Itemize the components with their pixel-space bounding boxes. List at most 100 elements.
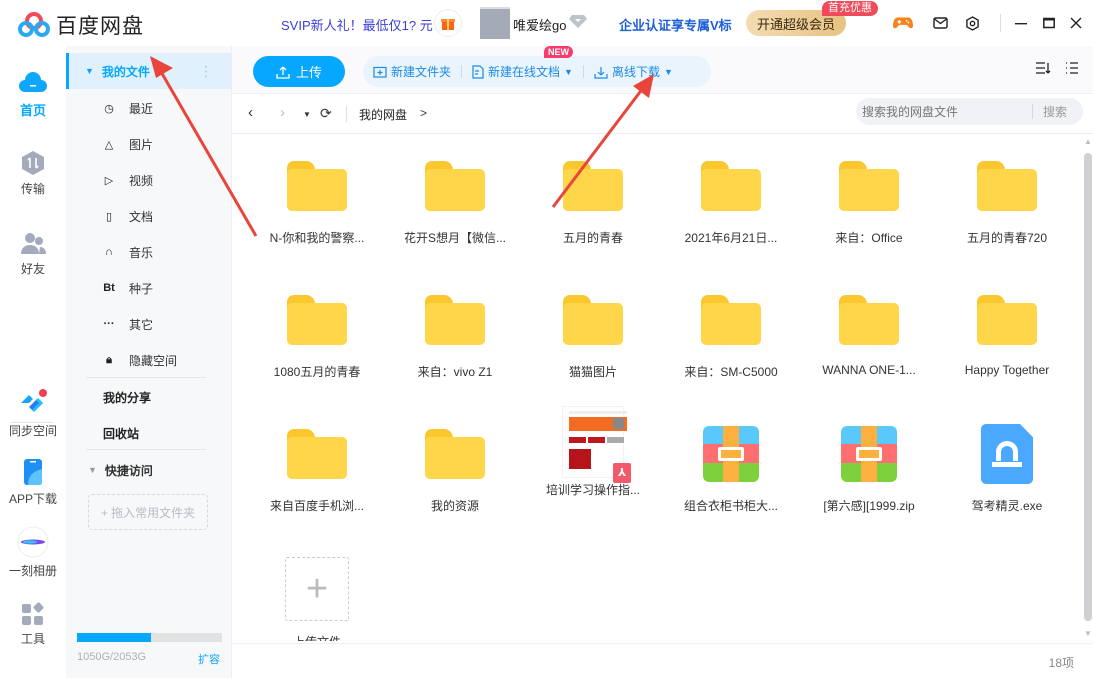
folder-item[interactable]: 来自：Office: [809, 135, 929, 255]
folder-item[interactable]: 五月的青春720: [947, 135, 1067, 255]
new-online-doc-button[interactable]: 新建在线文档 ▼ NEW: [462, 46, 583, 80]
folder-item[interactable]: WANNA ONE-1...: [809, 269, 929, 389]
storage-progress-bar: [77, 633, 222, 642]
caret-down-icon[interactable]: ▼: [564, 67, 573, 77]
cloud-icon: [19, 72, 47, 92]
nav-item-label: 最近: [129, 101, 154, 116]
gift-button[interactable]: [434, 9, 462, 37]
nav-item-docs[interactable]: ▯ 文档: [102, 206, 153, 226]
quick-access-drop-zone[interactable]: + 拖入常用文件夹: [88, 494, 208, 530]
folder-item[interactable]: 1080五月的青春: [257, 269, 377, 389]
username[interactable]: 唯爱绘go: [513, 15, 566, 34]
file-item[interactable]: 组合衣柜书柜大...: [671, 403, 791, 523]
maximize-icon[interactable]: [1039, 13, 1059, 33]
upload-file-tile[interactable]: + 上传文件: [257, 537, 377, 641]
rail-item-home[interactable]: 首页: [0, 68, 66, 119]
folder-icon: [838, 155, 900, 217]
upload-button[interactable]: 上传: [253, 56, 345, 87]
folder-item[interactable]: 花开S想月【微信...: [395, 135, 515, 255]
folder-item[interactable]: 我的资源: [395, 403, 515, 523]
rail-label: 传输: [20, 182, 45, 196]
forward-icon[interactable]: ›: [280, 104, 285, 121]
file-item[interactable]: ⅄ 培训学习操作指...: [533, 403, 653, 523]
download-icon: [594, 66, 608, 79]
app-logo[interactable]: 百度网盘: [18, 10, 144, 40]
breadcrumb-root[interactable]: 我的网盘: [359, 106, 407, 123]
nav-item-torrent[interactable]: Bt 种子: [102, 278, 153, 298]
file-name: 驾考精灵.exe: [971, 499, 1043, 513]
caret-down-icon[interactable]: ▼: [85, 66, 94, 76]
nav-item-other[interactable]: ··· 其它: [102, 314, 154, 334]
nav-recycle-bin[interactable]: 回收站: [103, 425, 139, 442]
mail-icon[interactable]: [930, 13, 950, 33]
back-icon[interactable]: ‹: [248, 104, 253, 121]
storage-progress-fill: [77, 633, 152, 642]
offline-download-button[interactable]: 离线下载 ▼: [584, 63, 683, 80]
nav-item-video[interactable]: ▷ 视频: [102, 170, 153, 190]
refresh-icon[interactable]: ⟳: [320, 105, 332, 122]
folder-item[interactable]: N-你和我的警察...: [257, 135, 377, 255]
scrollbar-thumb[interactable]: [1084, 153, 1092, 621]
rail-item-app-download[interactable]: APP下载: [0, 458, 66, 507]
file-item[interactable]: [第六感][1999.zip: [809, 403, 929, 523]
avatar[interactable]: [480, 7, 510, 39]
new-folder-icon: [373, 66, 387, 78]
close-icon[interactable]: [1066, 13, 1086, 33]
rail-item-album[interactable]: 一刻相册: [0, 526, 66, 579]
caret-down-icon[interactable]: ▼: [664, 67, 673, 77]
rail-item-sync[interactable]: 同步空间: [0, 388, 66, 439]
folder-icon: [562, 155, 624, 217]
nav-item-music[interactable]: ∩ 音乐: [102, 242, 153, 262]
folder-item[interactable]: 来自百度手机浏...: [257, 403, 377, 523]
file-item[interactable]: 驾考精灵.exe: [947, 403, 1067, 523]
nav-item-label: 音乐: [129, 245, 154, 260]
document-icon: ▯: [105, 210, 113, 223]
minimize-icon[interactable]: [1011, 13, 1031, 33]
pdf-thumbnail-icon: ⅄: [562, 406, 631, 483]
sort-icon[interactable]: [1035, 61, 1051, 75]
nav-item-recent[interactable]: ◷ 最近: [102, 98, 153, 118]
rail-item-tools[interactable]: 工具: [0, 602, 66, 647]
scroll-up-icon[interactable]: ▲: [1084, 137, 1092, 146]
nav-item-hidden-space[interactable]: 🔒︎ 隐藏空间: [102, 350, 177, 370]
rail-label: APP下载: [8, 492, 57, 506]
history-dropdown-icon[interactable]: ▼: [303, 110, 311, 119]
nav-my-files[interactable]: ▼ 我的文件 ⋮: [66, 53, 231, 89]
nav-quick-access[interactable]: ▼ 快捷访问: [88, 460, 153, 480]
expand-storage-link[interactable]: 扩容: [198, 651, 220, 667]
rail-item-friends[interactable]: 好友: [0, 232, 66, 277]
vip-diamond-icon[interactable]: [569, 14, 587, 31]
rail-item-transfer[interactable]: 传输: [0, 150, 66, 197]
settings-icon[interactable]: [962, 13, 982, 33]
folder-item[interactable]: 来自：vivo Z1: [395, 269, 515, 389]
rail-label: 一刻相册: [8, 564, 57, 578]
vertical-scrollbar[interactable]: ▲ ▼: [1083, 137, 1093, 642]
file-name: 来自百度手机浏...: [269, 499, 364, 513]
list-view-icon[interactable]: [1065, 61, 1079, 75]
folder-icon: [976, 289, 1038, 351]
bt-icon: Bt: [103, 282, 115, 294]
nav-my-share[interactable]: 我的分享: [103, 389, 151, 406]
nav-item-images[interactable]: △ 图片: [102, 134, 153, 154]
game-icon[interactable]: [893, 13, 913, 33]
file-name: 来自：vivo Z1: [417, 365, 493, 379]
rail-label: 同步空间: [8, 424, 57, 438]
folder-item[interactable]: 来自：SM-C5000: [671, 269, 791, 389]
new-folder-button[interactable]: 新建文件夹: [363, 63, 461, 80]
baidu-cloud-logo-icon: [18, 12, 50, 37]
folder-item[interactable]: Happy Together: [947, 269, 1067, 389]
folder-item[interactable]: 2021年6月21日...: [671, 135, 791, 255]
folder-item[interactable]: 猫猫图片: [533, 269, 653, 389]
scroll-down-icon[interactable]: ▼: [1084, 629, 1092, 638]
folder-item[interactable]: 五月的青春: [533, 135, 653, 255]
new-doc-label: 新建在线文档: [488, 65, 561, 79]
file-name: WANNA ONE-1...: [822, 363, 916, 377]
svip-promo-link[interactable]: SVIP新人礼！最低仅1? 元: [281, 15, 433, 34]
app-title: 百度网盘: [56, 15, 144, 38]
search-input[interactable]: [862, 104, 1032, 119]
search-button[interactable]: 搜索: [1043, 103, 1067, 120]
more-vertical-icon[interactable]: ⋮: [199, 63, 213, 80]
vip-badge: 首充优惠: [822, 1, 878, 16]
enterprise-cert-link[interactable]: 企业认证享专属V标: [619, 15, 732, 34]
breadcrumb-separator: >: [420, 106, 428, 120]
